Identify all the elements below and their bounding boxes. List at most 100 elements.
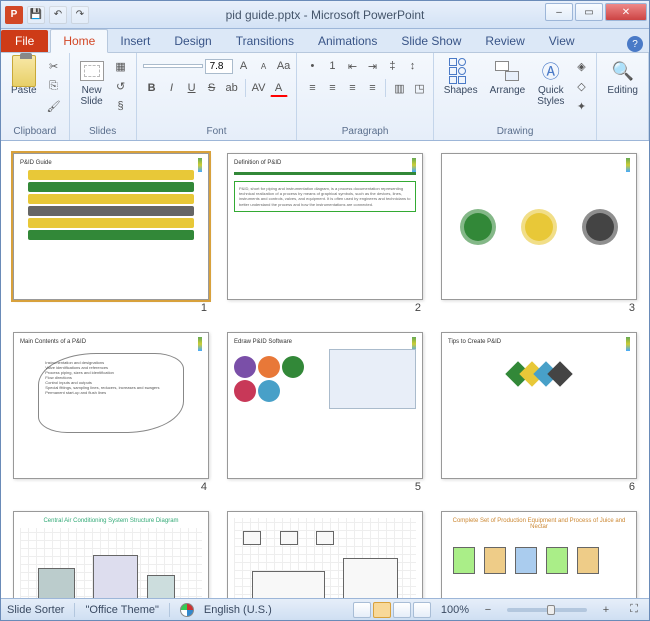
bold-button[interactable]: B	[143, 79, 161, 97]
quick-access-toolbar: P 💾 ↶ ↷	[1, 6, 89, 24]
status-language[interactable]: English (U.S.)	[204, 604, 272, 616]
language-icon[interactable]	[180, 603, 194, 617]
grow-font-button[interactable]: A	[235, 57, 253, 75]
increase-indent-button[interactable]: ⇥	[363, 57, 381, 75]
qat-undo-icon[interactable]: ↶	[49, 6, 67, 24]
clear-format-button[interactable]: Aa	[275, 57, 293, 75]
slide-grid: P&ID Guide 1 Definition of P&ID P&ID, sh…	[13, 153, 637, 598]
slide-title: Complete Set of Production Equipment and…	[448, 518, 630, 530]
zoom-slider[interactable]	[507, 608, 587, 612]
file-tab[interactable]: File	[1, 30, 48, 52]
title-bar: P 💾 ↶ ↷ pid guide.pptx - Microsoft Power…	[1, 1, 649, 29]
editing-button[interactable]: 🔍 Editing	[603, 57, 642, 98]
shape-effects-button[interactable]: ✦	[572, 97, 590, 115]
slide-thumb-4[interactable]: Main Contents of a P&ID Instrumentation …	[13, 332, 209, 479]
shapes-button[interactable]: Shapes	[440, 57, 482, 98]
numbering-button[interactable]: 1	[323, 57, 341, 75]
slide-title: Definition of P&ID	[234, 160, 416, 166]
tab-home[interactable]: Home	[50, 29, 108, 53]
tab-slideshow[interactable]: Slide Show	[389, 30, 473, 52]
arrange-icon	[495, 61, 519, 81]
slide-thumb-9[interactable]: Complete Set of Production Equipment and…	[441, 511, 637, 598]
paste-button[interactable]: Paste	[7, 57, 41, 98]
group-drawing: Shapes Arrange Ⓐ Quick Styles ◈ ◇ ✦ Draw…	[434, 53, 598, 140]
close-button[interactable]: ✕	[605, 3, 647, 21]
qat-save-icon[interactable]: 💾	[27, 6, 45, 24]
slide-wrap: P&ID Guide 1	[13, 153, 209, 314]
slide-title: Main Contents of a P&ID	[20, 339, 202, 345]
tab-animations[interactable]: Animations	[306, 30, 389, 52]
slide-sorter[interactable]: P&ID Guide 1 Definition of P&ID P&ID, sh…	[1, 141, 649, 598]
slide-wrap: 3	[441, 153, 637, 314]
slide-thumb-3[interactable]	[441, 153, 637, 300]
fit-window-button[interactable]: ⛶	[625, 601, 643, 619]
slide-number: 3	[629, 302, 637, 314]
shape-fill-button[interactable]: ◈	[572, 57, 590, 75]
section-button[interactable]: §	[112, 97, 130, 115]
window-controls: – ▭ ✕	[545, 3, 647, 21]
normal-view-button[interactable]	[353, 602, 371, 618]
tab-insert[interactable]: Insert	[108, 30, 162, 52]
reading-view-button[interactable]	[393, 602, 411, 618]
copy-button[interactable]: ⎘	[45, 77, 63, 95]
decrease-indent-button[interactable]: ⇤	[343, 57, 361, 75]
group-slides: New Slide ▦ ↺ § Slides	[70, 53, 137, 140]
maximize-button[interactable]: ▭	[575, 3, 603, 21]
group-paragraph: • 1 ⇤ ⇥ ‡ ↕ ≡ ≡ ≡ ≡ ▥ ◳ Paragraph	[297, 53, 433, 140]
cut-button[interactable]: ✂	[45, 57, 63, 75]
slide-thumb-1[interactable]: P&ID Guide	[13, 153, 209, 300]
tab-design[interactable]: Design	[162, 30, 223, 52]
underline-button[interactable]: U	[183, 79, 201, 97]
justify-button[interactable]: ≡	[363, 79, 381, 97]
styles-icon: Ⓐ	[539, 59, 563, 83]
slide-title: Central Air Conditioning System Structur…	[20, 518, 202, 524]
tab-transitions[interactable]: Transitions	[224, 30, 306, 52]
zoom-out-button[interactable]: −	[479, 601, 497, 619]
char-spacing-button[interactable]: AV	[250, 79, 268, 97]
font-color-button[interactable]: A	[270, 79, 288, 97]
slide-thumb-2[interactable]: Definition of P&ID P&ID, short for pipin…	[227, 153, 423, 300]
slideshow-view-button[interactable]	[413, 602, 431, 618]
convert-smartart-button[interactable]: ◳	[410, 79, 428, 97]
font-family-combo[interactable]	[143, 64, 203, 68]
slide-thumb-5[interactable]: Edraw P&ID Software	[227, 332, 423, 479]
shadow-button[interactable]: ab	[223, 79, 241, 97]
align-right-button[interactable]: ≡	[343, 79, 361, 97]
status-bar: Slide Sorter "Office Theme" English (U.S…	[1, 598, 649, 620]
line-spacing-button[interactable]: ‡	[383, 57, 401, 75]
italic-button[interactable]: I	[163, 79, 181, 97]
strike-button[interactable]: S	[203, 79, 221, 97]
slide-wrap: Central Air Conditioning System Structur…	[13, 511, 209, 598]
sorter-view-button[interactable]	[373, 602, 391, 618]
group-label: Paragraph	[303, 125, 426, 138]
tab-view[interactable]: View	[537, 30, 587, 52]
reset-button[interactable]: ↺	[112, 77, 130, 95]
new-slide-button[interactable]: New Slide	[76, 57, 108, 109]
view-buttons	[353, 602, 431, 618]
slide-thumb-6[interactable]: Tips to Create P&ID	[441, 332, 637, 479]
slide-thumb-7[interactable]: Central Air Conditioning System Structur…	[13, 511, 209, 598]
bullets-button[interactable]: •	[303, 57, 321, 75]
qat-redo-icon[interactable]: ↷	[71, 6, 89, 24]
font-size-combo[interactable]: 7.8	[205, 59, 233, 74]
arrange-button[interactable]: Arrange	[486, 57, 530, 98]
layout-button[interactable]: ▦	[112, 57, 130, 75]
quick-styles-button[interactable]: Ⓐ Quick Styles	[533, 57, 568, 109]
zoom-in-button[interactable]: +	[597, 601, 615, 619]
group-label: Drawing	[440, 125, 591, 138]
align-left-button[interactable]: ≡	[303, 79, 321, 97]
app-icon[interactable]: P	[5, 6, 23, 24]
zoom-level[interactable]: 100%	[441, 604, 469, 616]
format-painter-button[interactable]: 🖌	[45, 97, 63, 115]
align-center-button[interactable]: ≡	[323, 79, 341, 97]
zoom-thumb[interactable]	[547, 605, 555, 615]
columns-button[interactable]: ▥	[390, 79, 408, 97]
text-direction-button[interactable]: ↕	[403, 57, 421, 75]
shape-outline-button[interactable]: ◇	[572, 77, 590, 95]
minimize-button[interactable]: –	[545, 3, 573, 21]
shrink-font-button[interactable]: A	[255, 57, 273, 75]
slide-thumb-8[interactable]	[227, 511, 423, 598]
tab-review[interactable]: Review	[473, 30, 536, 52]
help-icon[interactable]: ?	[627, 36, 643, 52]
slide-number: 4	[201, 481, 209, 493]
